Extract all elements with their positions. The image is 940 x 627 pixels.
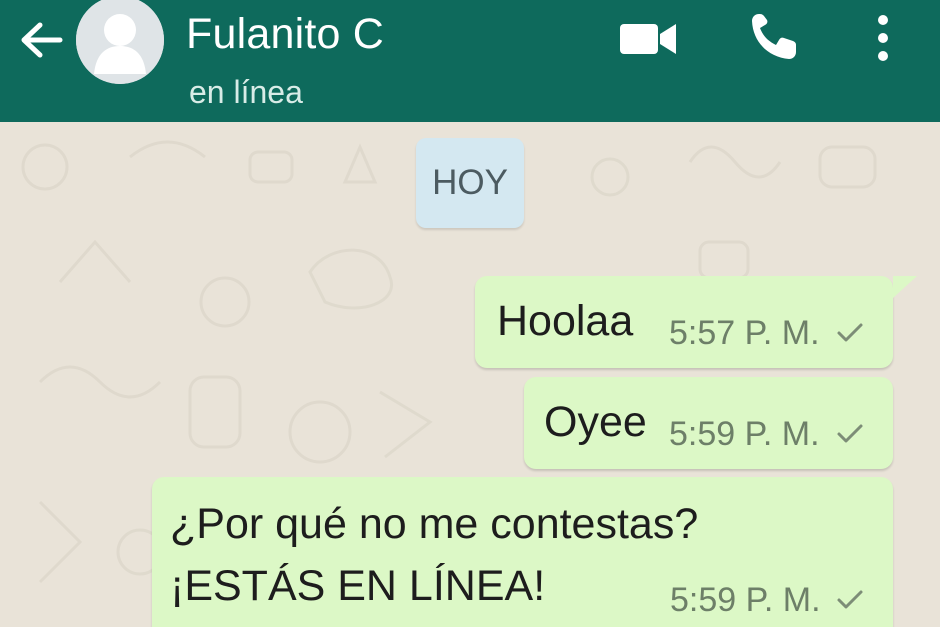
chat-header: Fulanito C en línea (0, 0, 940, 122)
contact-name[interactable]: Fulanito C (186, 10, 384, 59)
message-time: 5:57 P. M. (669, 314, 820, 352)
message-bubble[interactable]: ¿Por qué no me contestas? ¡ESTÁS EN LÍNE… (152, 477, 893, 627)
more-options-icon[interactable] (872, 12, 894, 64)
message-bubble[interactable]: Oyee 5:59 P. M. (524, 377, 893, 469)
video-call-icon[interactable] (618, 16, 678, 60)
message-time: 5:59 P. M. (670, 581, 821, 619)
message-text: Hoolaa (497, 297, 634, 345)
single-check-icon (837, 323, 863, 342)
avatar[interactable] (76, 0, 164, 84)
message-bubble[interactable]: Hoolaa 5:57 P. M. (475, 276, 917, 368)
date-separator: HOY (416, 138, 524, 228)
default-avatar-icon (76, 0, 164, 84)
back-arrow-icon[interactable] (16, 18, 66, 62)
message-text-line: ¿Por qué no me contestas? (170, 500, 699, 548)
online-status: en línea (189, 74, 303, 110)
bubble-tail (893, 276, 917, 298)
single-check-icon (837, 590, 863, 609)
phone-call-icon[interactable] (748, 10, 800, 64)
single-check-icon (837, 424, 863, 443)
message-text-line: ¡ESTÁS EN LÍNEA! (170, 562, 546, 610)
message-text: Oyee (544, 398, 647, 446)
message-time: 5:59 P. M. (669, 415, 820, 453)
